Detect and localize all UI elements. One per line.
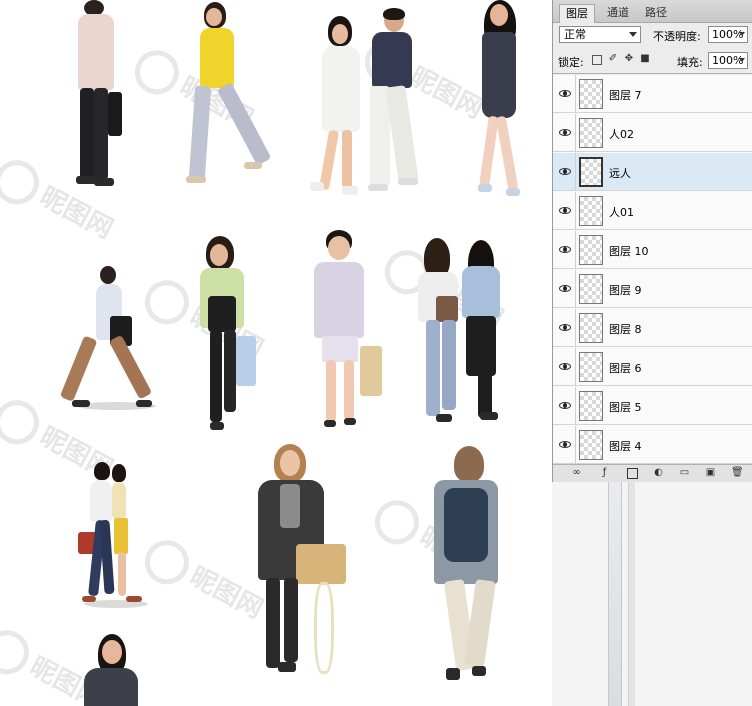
person-two-women-walking — [416, 236, 508, 426]
layer-row-selected[interactable]: 远人 — [553, 153, 752, 191]
visibility-eye-icon[interactable] — [559, 400, 571, 412]
layer-name: 图层 10 — [609, 245, 649, 258]
blend-mode-value: 正常 — [564, 28, 586, 41]
visibility-eye-icon[interactable] — [559, 127, 571, 139]
layer-thumbnail — [579, 79, 603, 109]
visibility-eye-icon[interactable] — [559, 244, 571, 256]
panel-divider — [628, 480, 635, 706]
layer-name: 图层 7 — [609, 89, 642, 102]
person-man-brown-trousers — [59, 266, 154, 412]
layer-thumbnail — [579, 430, 603, 460]
layers-panel-footer: ∞ ƒ ◐ ▭ ▣ 🗑 — [553, 464, 752, 482]
panel-tabs: 图层 通道 路径 — [553, 0, 752, 23]
layers-panel: 图层 通道 路径 正常 不透明度: 100% 锁定: ✐ ✥ ■ 填充: 100… — [552, 0, 752, 482]
fx-icon[interactable]: ƒ — [599, 467, 610, 478]
layer-thumbnail — [579, 196, 603, 226]
layer-thumbnail — [579, 274, 603, 304]
person-woman-lilac-suit — [308, 230, 384, 430]
tab-layers[interactable]: 图层 — [559, 4, 595, 23]
person-woman-dark-hair-partial — [80, 634, 140, 706]
vertical-scrollbar[interactable] — [608, 480, 622, 706]
layer-thumbnail — [579, 235, 603, 265]
layer-name: 图层 4 — [609, 440, 642, 453]
layer-name: 人01 — [609, 206, 634, 219]
layer-row[interactable]: 图层 6 — [553, 348, 752, 386]
person-woman-with-bicycle — [250, 444, 354, 680]
layer-thumbnail — [579, 118, 603, 148]
layer-row[interactable]: 人01 — [553, 192, 752, 230]
layer-row[interactable]: 图层 8 — [553, 309, 752, 347]
fill-field[interactable]: 100% — [708, 52, 748, 69]
person-woman-black-dress — [470, 0, 534, 200]
chevron-down-icon — [739, 32, 745, 36]
layer-row[interactable]: 图层 10 — [553, 231, 752, 269]
lock-brush-icon[interactable]: ✐ — [608, 54, 618, 64]
visibility-eye-icon[interactable] — [559, 166, 571, 178]
tab-paths[interactable]: 路径 — [639, 4, 673, 22]
layers-list: 图层 7 人02 远人 人01 图层 10 图层 9 图层 8 图层 6 图层 … — [553, 75, 752, 464]
opacity-label: 不透明度: — [653, 30, 701, 43]
lock-fill-row: 锁定: ✐ ✥ ■ 填充: 100% — [553, 47, 752, 74]
document-canvas[interactable]: 昵图网 昵图网 昵图网 昵图网 昵图网 昵图网 昵图网 昵图网 昵图网 — [0, 0, 552, 706]
layer-thumbnail — [579, 157, 603, 187]
layer-row[interactable]: 图层 9 — [553, 270, 752, 308]
person-woman-yellow-top — [182, 0, 272, 186]
trash-icon[interactable]: 🗑 — [731, 467, 744, 478]
fill-label: 填充: — [677, 56, 703, 69]
layer-name: 图层 6 — [609, 362, 642, 375]
visibility-eye-icon[interactable] — [559, 322, 571, 334]
link-icon[interactable]: ∞ — [571, 467, 582, 478]
layer-name: 图层 9 — [609, 284, 642, 297]
blend-options-row: 正常 不透明度: 100% — [553, 23, 752, 47]
tab-channels[interactable]: 通道 — [601, 4, 635, 22]
mask-icon[interactable] — [627, 468, 638, 479]
visibility-eye-icon[interactable] — [559, 205, 571, 217]
lock-transparency-icon[interactable] — [592, 55, 602, 65]
opacity-field[interactable]: 100% — [708, 26, 748, 43]
chevron-down-icon — [739, 58, 745, 62]
person-two-women-red-bag — [78, 462, 146, 608]
new-layer-icon[interactable]: ▣ — [705, 467, 716, 478]
adjustment-icon[interactable]: ◐ — [653, 467, 664, 478]
workspace-background — [552, 480, 752, 706]
visibility-eye-icon[interactable] — [559, 361, 571, 373]
lock-label: 锁定: — [558, 56, 584, 69]
layer-name: 图层 8 — [609, 323, 642, 336]
layer-thumbnail — [579, 391, 603, 421]
blend-mode-select[interactable]: 正常 — [559, 26, 641, 43]
visibility-eye-icon[interactable] — [559, 283, 571, 295]
layer-name: 图层 5 — [609, 401, 642, 414]
person-woman-green-scarf — [192, 236, 264, 432]
layer-row[interactable]: 图层 7 — [553, 75, 752, 113]
layer-name: 远人 — [609, 167, 631, 180]
layer-row[interactable]: 图层 5 — [553, 387, 752, 425]
person-man-navy-shirt — [364, 8, 420, 194]
group-folder-icon[interactable]: ▭ — [679, 467, 690, 478]
lock-all-icon[interactable]: ■ — [640, 54, 650, 64]
layer-row[interactable]: 图层 4 — [553, 426, 752, 464]
person-man-pink-jacket — [72, 0, 124, 188]
layer-thumbnail — [579, 313, 603, 343]
visibility-eye-icon[interactable] — [559, 88, 571, 100]
layer-name: 人02 — [609, 128, 634, 141]
person-woman-backpack — [420, 446, 506, 686]
lock-move-icon[interactable]: ✥ — [624, 54, 634, 64]
chevron-down-icon — [629, 32, 637, 37]
layer-row[interactable]: 人02 — [553, 114, 752, 152]
layer-thumbnail — [579, 352, 603, 382]
visibility-eye-icon[interactable] — [559, 439, 571, 451]
person-woman-white-dress — [306, 14, 366, 196]
